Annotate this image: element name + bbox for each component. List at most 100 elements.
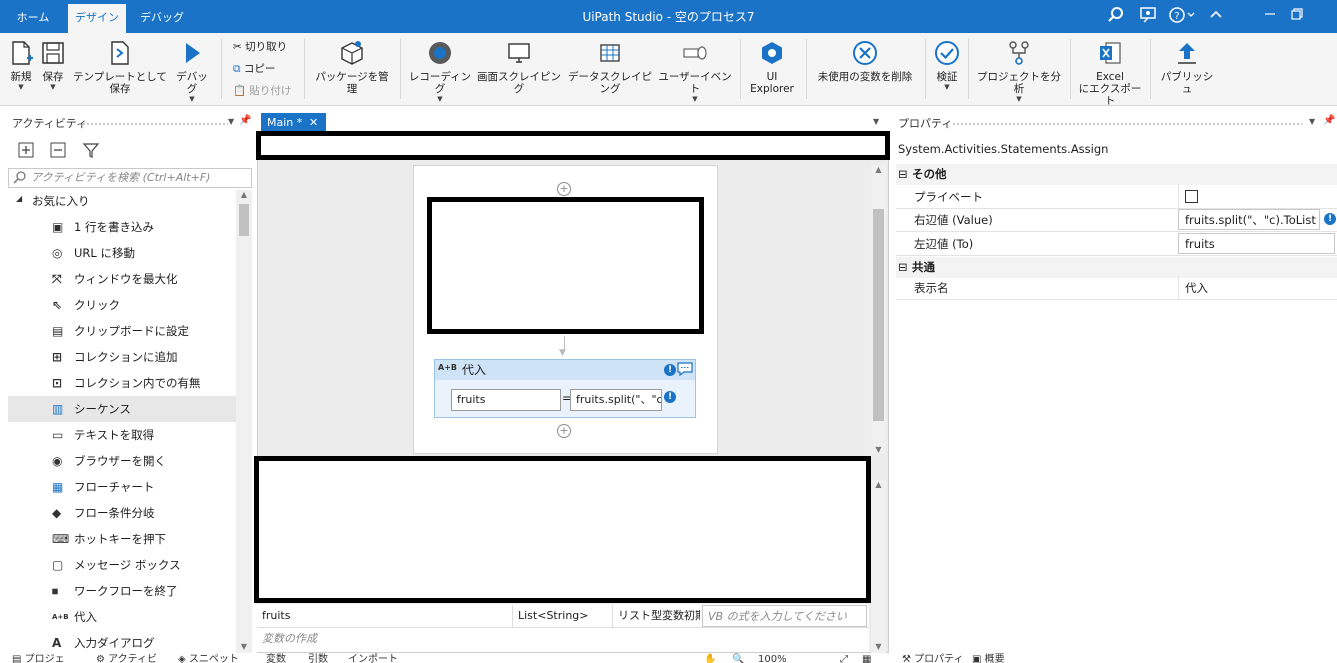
recording-button[interactable]: レコーディング ▼ bbox=[406, 37, 474, 103]
activity-item[interactable]: ▢ メッセージ ボックス bbox=[8, 552, 236, 578]
manage-packages-button[interactable]: パッケージを管理 bbox=[312, 37, 392, 103]
assign-value-field[interactable]: fruits.split("、"c) bbox=[570, 389, 662, 411]
activity-item[interactable]: ▤ クリップボードに設定 bbox=[8, 318, 236, 344]
cut-button[interactable]: ✂ 切り取り bbox=[233, 38, 287, 56]
analyze-project-button[interactable]: プロジェクトを分析 ▼ bbox=[974, 37, 1064, 103]
overview-icon[interactable]: ▦ bbox=[862, 653, 871, 663]
screen-scraping-button[interactable]: 画面スクレイピング bbox=[476, 37, 562, 103]
activity-item[interactable]: ▭ テキストを取得 bbox=[8, 422, 236, 448]
assign-to-field[interactable]: fruits bbox=[451, 389, 561, 411]
pan-icon[interactable]: ✋ bbox=[704, 653, 716, 663]
tab-outline[interactable]: ▣ 概要 bbox=[972, 653, 1005, 663]
zoom-level[interactable]: 100% bbox=[758, 653, 787, 663]
remove-unused-variables-button[interactable]: 未使用の変数を削除 bbox=[812, 37, 918, 103]
category-other[interactable]: ⊟ その他 bbox=[896, 164, 1337, 185]
chevron-up-icon[interactable] bbox=[1205, 6, 1227, 28]
category-common[interactable]: ⊟ 共通 bbox=[896, 257, 1337, 278]
value-input[interactable]: fruits.split("、"c).ToList bbox=[1178, 209, 1320, 230]
activity-item[interactable]: A+B 代入 bbox=[8, 604, 236, 630]
search-icon[interactable] bbox=[1105, 6, 1127, 28]
ui-explorer-button[interactable]: UI Explorer bbox=[746, 37, 798, 103]
panel-menu-icon[interactable]: ▼ bbox=[228, 117, 234, 126]
activity-item[interactable]: ◆ フロー条件分岐 bbox=[8, 500, 236, 526]
variable-type[interactable]: List<String> bbox=[512, 605, 612, 627]
add-activity-icon[interactable]: + bbox=[557, 182, 571, 196]
variable-name[interactable]: fruits bbox=[257, 605, 512, 627]
scroll-up-arrow[interactable]: ▲ bbox=[871, 480, 886, 489]
panel-menu-icon[interactable]: ▼ bbox=[1309, 117, 1315, 126]
filter-icon[interactable] bbox=[82, 141, 100, 162]
export-excel-button[interactable]: Excel にエクスポート bbox=[1076, 37, 1144, 107]
variable-default-input[interactable]: VB の式を入力してください bbox=[702, 605, 867, 627]
to-input[interactable]: fruits bbox=[1178, 233, 1335, 254]
document-list-icon[interactable]: ▼ bbox=[873, 117, 879, 126]
activity-item[interactable]: ⊞ コレクションに追加 bbox=[8, 344, 236, 370]
annotation-icon[interactable] bbox=[677, 361, 693, 380]
activity-item[interactable]: ⊡ コレクション内での有無 bbox=[8, 370, 236, 396]
activity-item[interactable]: ▣ 1 行を書き込み bbox=[8, 214, 236, 240]
tab-imports[interactable]: インポート bbox=[348, 653, 398, 663]
zoom-icon[interactable]: 🔍 bbox=[732, 653, 744, 663]
activity-item[interactable]: ⏹ ワークフローを終了 bbox=[8, 578, 236, 604]
tab-main[interactable]: Main * ✕ bbox=[261, 113, 326, 132]
tab-activities[interactable]: ⚙ アクティビ bbox=[96, 653, 157, 663]
activity-item[interactable]: ▥ シーケンス bbox=[8, 396, 236, 422]
feedback-icon[interactable] bbox=[1137, 6, 1159, 28]
debug-button[interactable]: デバッグ ▼ bbox=[172, 37, 212, 103]
collapse-icon[interactable]: ⊟ bbox=[898, 257, 908, 278]
value-info-icon[interactable]: ! bbox=[1324, 213, 1336, 225]
tab-arguments[interactable]: 引数 bbox=[308, 653, 328, 663]
favorites-group[interactable]: お気に入り bbox=[32, 189, 90, 213]
variable-row[interactable]: fruits List<String> リスト型変数初期 VB の式を入力してく… bbox=[257, 604, 869, 628]
activity-item[interactable]: ◎ URL に移動 bbox=[8, 240, 236, 266]
save-button[interactable]: 保存 ▼ bbox=[38, 37, 68, 103]
paste-button[interactable]: 📋 貼り付け bbox=[233, 82, 291, 100]
tab-snippets[interactable]: ◈ スニペット bbox=[178, 653, 239, 663]
tab-variables[interactable]: 変数 bbox=[266, 653, 286, 663]
publish-button[interactable]: パブリッシュ bbox=[1156, 37, 1218, 103]
warning-icon[interactable]: ! bbox=[664, 364, 676, 376]
scroll-down-arrow[interactable]: ▼ bbox=[236, 642, 252, 651]
scroll-thumb[interactable] bbox=[873, 209, 884, 421]
collapse-all-icon[interactable] bbox=[50, 142, 66, 161]
activity-item[interactable]: ⇖ クリック bbox=[8, 292, 236, 318]
user-events-button[interactable]: ユーザーイベント ▼ bbox=[658, 37, 732, 103]
create-variable[interactable]: 変数の作成 bbox=[257, 628, 557, 650]
activity-item[interactable]: ⤧ ウィンドウを最大化 bbox=[8, 266, 236, 292]
variables-scrollbar[interactable]: ▲ ▼ bbox=[871, 480, 886, 653]
designer-scrollbar[interactable]: ▲ ▼ bbox=[871, 165, 886, 454]
display-name-input[interactable]: 代入 bbox=[1178, 276, 1337, 299]
scroll-down-arrow[interactable]: ▼ bbox=[871, 445, 886, 454]
activity-item[interactable]: ◉ ブラウザーを開く bbox=[8, 448, 236, 474]
help-icon[interactable]: ? bbox=[1167, 6, 1197, 28]
scroll-up-arrow[interactable]: ▲ bbox=[236, 190, 252, 199]
pin-icon[interactable]: 📌 bbox=[239, 115, 251, 126]
scroll-up-arrow[interactable]: ▲ bbox=[871, 165, 886, 174]
pin-icon[interactable]: 📌 bbox=[1323, 115, 1335, 126]
expand-all-icon[interactable] bbox=[18, 142, 34, 161]
minimize-icon[interactable] bbox=[1259, 6, 1281, 28]
save-template-label: テンプレートとして保存 bbox=[73, 71, 167, 95]
activity-search-input[interactable]: アクティビティを検索 (Ctrl+Alt+F) bbox=[8, 168, 252, 188]
save-as-template-button[interactable]: テンプレートとして保存 bbox=[70, 37, 170, 103]
tab-properties[interactable]: ⚒ プロパティ bbox=[902, 653, 964, 663]
private-checkbox[interactable] bbox=[1185, 190, 1198, 203]
collapse-arrow-icon[interactable]: ◢ bbox=[16, 194, 22, 203]
copy-button[interactable]: ⧉ コピー bbox=[233, 60, 275, 78]
scroll-thumb[interactable] bbox=[239, 204, 249, 236]
scroll-down-arrow[interactable]: ▼ bbox=[871, 642, 886, 651]
activities-scrollbar[interactable]: ▲ ▼ bbox=[236, 190, 252, 653]
variable-scope[interactable]: リスト型変数初期 bbox=[612, 605, 700, 627]
validate-button[interactable]: 検証 ▼ bbox=[930, 37, 964, 103]
tab-project[interactable]: ▤ プロジェ bbox=[12, 653, 65, 663]
activity-item[interactable]: ⌨ ホットキーを押下 bbox=[8, 526, 236, 552]
activity-item[interactable]: ▦ フローチャート bbox=[8, 474, 236, 500]
add-activity-icon[interactable]: + bbox=[557, 424, 571, 438]
close-icon[interactable]: ✕ bbox=[309, 113, 318, 132]
fit-screen-icon[interactable]: ⤢ bbox=[840, 653, 848, 663]
collapse-icon[interactable]: ⊟ bbox=[898, 164, 908, 185]
data-scraping-button[interactable]: データスクレイピング bbox=[564, 37, 656, 103]
restore-icon[interactable] bbox=[1286, 6, 1308, 28]
new-button[interactable]: 新規 ▼ bbox=[4, 37, 38, 103]
value-info-icon[interactable]: ! bbox=[664, 391, 676, 403]
